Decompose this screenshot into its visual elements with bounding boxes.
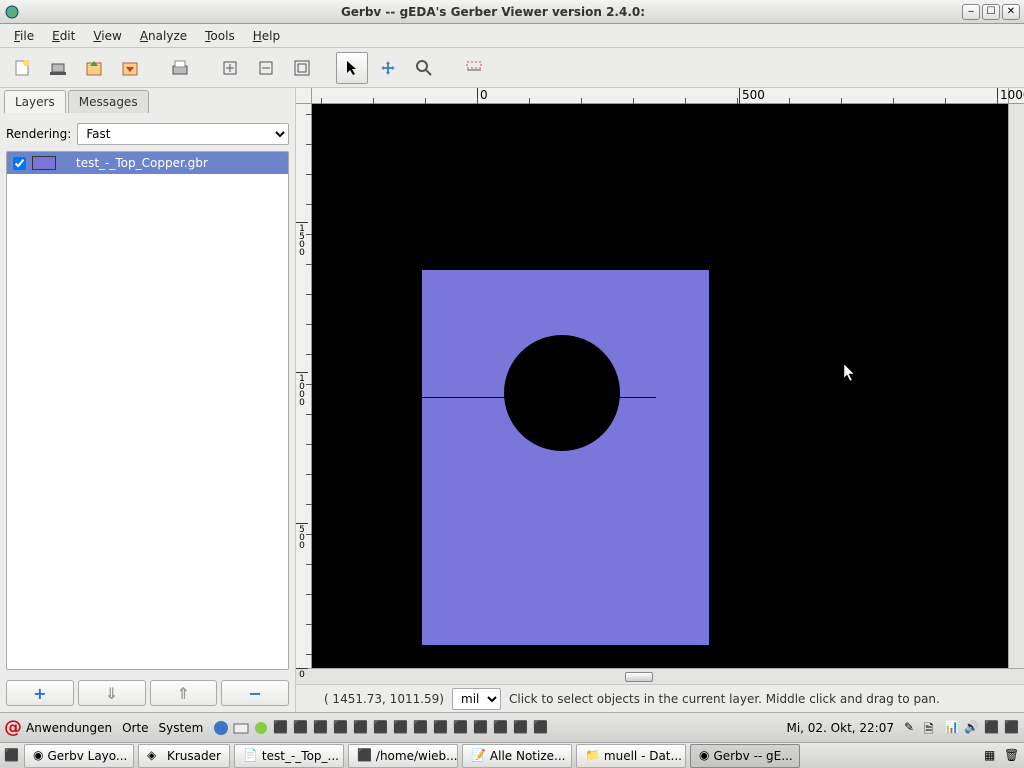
revert-button[interactable] [78, 52, 110, 84]
taskbar-item-active[interactable]: ◉Gerbv -- gE... [690, 744, 800, 768]
layer-item[interactable]: test_-_Top_Copper.gbr [7, 152, 288, 174]
show-desktop-icon[interactable]: ⬛ [4, 748, 20, 764]
menu-view[interactable]: View [85, 27, 129, 45]
taskbar-item[interactable]: 📝Alle Notize... [462, 744, 572, 768]
window-list-bar: ⬛ ◉Gerbv Layo... ◈Krusader 📄test_-_Top_.… [0, 742, 1024, 768]
copper-hole [504, 335, 620, 451]
move-down-button[interactable]: ⇓ [78, 680, 146, 706]
taskbar-item[interactable]: ◈Krusader [138, 744, 230, 768]
launcher-icon-12[interactable]: ⬛ [493, 720, 509, 736]
copper-rect [422, 270, 709, 645]
debian-logo-icon[interactable]: @ [4, 717, 22, 738]
horizontal-ruler: 0 500 1000 1500 [312, 88, 1008, 104]
layer-color-swatch[interactable] [32, 156, 56, 170]
tray-icon-2[interactable]: 🗎 [924, 720, 940, 736]
chat-icon[interactable] [253, 720, 269, 736]
pointer-tool-button[interactable] [336, 52, 368, 84]
layer-name: test_-_Top_Copper.gbr [76, 156, 208, 170]
statusbar: ( 1451.73, 1011.59) mil Click to select … [296, 684, 1024, 712]
window-close-button[interactable]: ✕ [1002, 4, 1020, 20]
copper-line-left [422, 397, 510, 398]
pan-tool-button[interactable] [372, 52, 404, 84]
zoom-fit-button[interactable] [286, 52, 318, 84]
layer-visible-checkbox[interactable] [13, 157, 26, 170]
browser-icon[interactable] [213, 720, 229, 736]
places-menu[interactable]: Orte [122, 721, 148, 735]
system-menu[interactable]: System [159, 721, 204, 735]
launcher-icon-13[interactable]: ⬛ [513, 720, 529, 736]
taskbar-item[interactable]: 📄test_-_Top_... [234, 744, 344, 768]
remove-layer-button[interactable]: − [221, 680, 289, 706]
launcher-icon-11[interactable]: ⬛ [473, 720, 489, 736]
rendering-select[interactable]: Fast [77, 123, 289, 145]
app-icon [4, 4, 20, 20]
zoom-out-button[interactable] [250, 52, 282, 84]
gerber-canvas[interactable] [312, 104, 1008, 668]
window-minimize-button[interactable]: ‒ [962, 4, 980, 20]
mail-icon[interactable] [233, 720, 249, 736]
mouse-cursor-icon [844, 364, 856, 382]
tray-icon-5[interactable]: ⬛ [984, 720, 1000, 736]
launcher-icon-10[interactable]: ⬛ [453, 720, 469, 736]
taskbar-item[interactable]: ⬛/home/wieb... [348, 744, 458, 768]
tray-icon-1[interactable]: ✎ [904, 720, 920, 736]
horizontal-scrollbar[interactable] [312, 668, 1008, 684]
print-button[interactable] [164, 52, 196, 84]
zoom-tool-button[interactable] [408, 52, 440, 84]
open-button[interactable] [42, 52, 74, 84]
copper-line-right [612, 397, 656, 398]
tray-icon-6[interactable]: ⬛ [1004, 720, 1020, 736]
new-button[interactable] [6, 52, 38, 84]
add-layer-button[interactable]: + [6, 680, 74, 706]
launcher-icon-3[interactable]: ⬛ [313, 720, 329, 736]
menubar: File Edit View Analyze Tools Help [0, 24, 1024, 48]
taskbar-item[interactable]: 📁muell - Dat... [576, 744, 686, 768]
taskbar-item[interactable]: ◉Gerbv Layo... [24, 744, 134, 768]
launcher-icon[interactable]: ⬛ [273, 720, 289, 736]
launcher-icon-4[interactable]: ⬛ [333, 720, 349, 736]
desktop-taskbar: @ Anwendungen Orte System ⬛ ⬛ ⬛ ⬛ ⬛ ⬛ ⬛ … [0, 712, 1024, 742]
vertical-ruler: 1500 1000 500 0 [296, 104, 312, 668]
launcher-icon-7[interactable]: ⬛ [393, 720, 409, 736]
launcher-icon-5[interactable]: ⬛ [353, 720, 369, 736]
rendering-label: Rendering: [6, 127, 71, 141]
layer-list[interactable]: test_-_Top_Copper.gbr [6, 151, 289, 670]
scrollbar-thumb[interactable] [625, 672, 653, 682]
toolbar [0, 48, 1024, 88]
measure-tool-button[interactable] [458, 52, 490, 84]
launcher-icon-14[interactable]: ⬛ [533, 720, 549, 736]
launcher-icon-8[interactable]: ⬛ [413, 720, 429, 736]
window-title: Gerbv -- gEDA's Gerber Viewer version 2.… [26, 5, 960, 19]
status-hint: Click to select objects in the current l… [509, 692, 940, 706]
menu-help[interactable]: Help [245, 27, 288, 45]
layer-buttons: + ⇓ ⇑ − [0, 674, 295, 712]
layers-panel: Rendering: Fast test_-_Top_Copper.gbr [0, 113, 295, 674]
launcher-icon-6[interactable]: ⬛ [373, 720, 389, 736]
trash-icon[interactable]: 🗑 [1004, 748, 1020, 764]
tab-messages[interactable]: Messages [68, 90, 149, 113]
vertical-scrollbar[interactable] [1008, 104, 1024, 668]
tray-icon-3[interactable]: 📊 [944, 720, 960, 736]
zoom-in-button[interactable] [214, 52, 246, 84]
launcher-icon-2[interactable]: ⬛ [293, 720, 309, 736]
sidebar-tabs: Layers Messages [0, 88, 295, 113]
clock[interactable]: Mi, 02. Okt, 22:07 [780, 721, 900, 735]
window-maximize-button[interactable]: ☐ [982, 4, 1000, 20]
tray-icon-4[interactable]: 🔊 [964, 720, 980, 736]
menu-tools[interactable]: Tools [197, 27, 243, 45]
canvas-area: 0 500 1000 1500 1500 1000 500 0 [296, 88, 1024, 712]
menu-analyze[interactable]: Analyze [132, 27, 195, 45]
apps-menu[interactable]: Anwendungen [26, 721, 112, 735]
move-up-button[interactable]: ⇑ [150, 680, 218, 706]
save-button[interactable] [114, 52, 146, 84]
menu-edit[interactable]: Edit [44, 27, 83, 45]
launcher-icon-9[interactable]: ⬛ [433, 720, 449, 736]
coordinates-display: ( 1451.73, 1011.59) [304, 692, 444, 706]
sidebar: Layers Messages Rendering: Fast test_-_T… [0, 88, 296, 712]
tab-layers[interactable]: Layers [4, 90, 66, 113]
unit-select[interactable]: mil [452, 688, 501, 710]
window-titlebar: Gerbv -- gEDA's Gerber Viewer version 2.… [0, 0, 1024, 24]
menu-file[interactable]: File [6, 27, 42, 45]
workspace-switcher[interactable]: ▦ [984, 748, 1000, 764]
